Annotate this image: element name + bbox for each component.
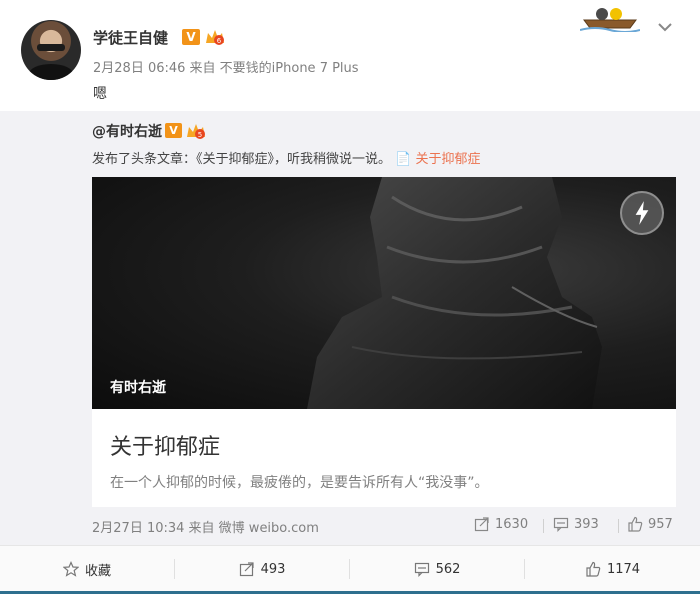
share-icon [474, 517, 489, 532]
repost-count-button[interactable]: 1630 [474, 516, 528, 532]
star-icon [62, 561, 79, 577]
repost-description: 发布了头条文章：《关于抑郁症》，听我稍微说一说。 📄 关于抑郁症 [92, 148, 480, 167]
repost-author[interactable]: @有时右逝 [92, 121, 162, 141]
thumbs-up-icon [586, 561, 601, 577]
post-meta: 2月28日 06:46 来自 不要钱的iPhone 7 Plus [93, 61, 359, 76]
divider [618, 519, 619, 533]
repost-time: 2月27日 10:34 来自 微博 weibo.com [92, 521, 319, 536]
username[interactable]: 学徒王自健 [93, 27, 168, 48]
like-count: 957 [648, 516, 673, 532]
repost-block: @有时右逝 V 5 发布了头条文章：《关于抑郁症》，听我稍微说一说。 📄 关于抑… [0, 111, 700, 545]
like-button[interactable]: 1174 [525, 546, 700, 592]
comment-button-count: 562 [435, 561, 461, 577]
comment-button[interactable]: 562 [350, 546, 524, 592]
thumbs-up-icon [628, 516, 643, 532]
repost-description-text: 发布了头条文章：《关于抑郁症》，听我稍微说一说。 [92, 152, 392, 167]
repost-button[interactable]: 493 [175, 546, 349, 592]
cloaked-figure-image [307, 177, 602, 409]
post-text: 嗯 [93, 86, 107, 102]
article-title[interactable]: 关于抑郁症 [110, 429, 220, 461]
favorite-label: 收藏 [84, 563, 111, 579]
article-card[interactable]: 有时右逝 关于抑郁症 在一个人抑郁的时候，最疲倦的，是要告诉所有人“我没事”。 [92, 177, 676, 507]
comment-count: 393 [574, 516, 599, 532]
boat-icon[interactable] [580, 2, 640, 32]
avatar-glasses [37, 44, 65, 51]
favorite-button[interactable]: 收藏 [0, 546, 174, 592]
article-summary: 在一个人抑郁的时候，最疲倦的，是要告诉所有人“我没事”。 [110, 475, 489, 491]
article-cover-image[interactable]: 有时右逝 [92, 177, 676, 409]
article-link[interactable]: 📄 关于抑郁症 [395, 152, 480, 167]
share-icon [239, 562, 254, 577]
verified-badge-icon: V [182, 29, 200, 45]
svg-text:6: 6 [217, 37, 222, 45]
image-caption: 有时右逝 [110, 380, 166, 396]
weibo-post: 学徒王自健 V 6 2月28日 06:46 来自 不要钱的iPhone 7 Pl… [0, 0, 700, 594]
chevron-down-icon[interactable] [656, 18, 674, 36]
comment-icon [414, 562, 429, 577]
repost-footer: 2月27日 10:34 来自 微博 weibo.com 1630 393 957 [0, 515, 700, 539]
repost-verified-badge-icon: V [165, 123, 182, 138]
like-button-count: 1174 [606, 561, 641, 577]
repost-button-count: 493 [260, 561, 286, 577]
action-bar: 收藏 493 562 1174 [0, 545, 700, 591]
repost-crown-icon: 5 [187, 124, 205, 139]
repost-count: 1630 [495, 516, 529, 532]
crown-icon: 6 [206, 30, 224, 45]
svg-text:5: 5 [198, 131, 202, 139]
like-count-button[interactable]: 957 [627, 516, 673, 532]
avatar-shirt [29, 64, 73, 80]
comment-icon [553, 517, 569, 532]
avatar[interactable] [21, 20, 81, 80]
divider [543, 519, 544, 533]
comment-count-button[interactable]: 393 [553, 516, 599, 532]
lightning-icon[interactable] [620, 191, 664, 235]
